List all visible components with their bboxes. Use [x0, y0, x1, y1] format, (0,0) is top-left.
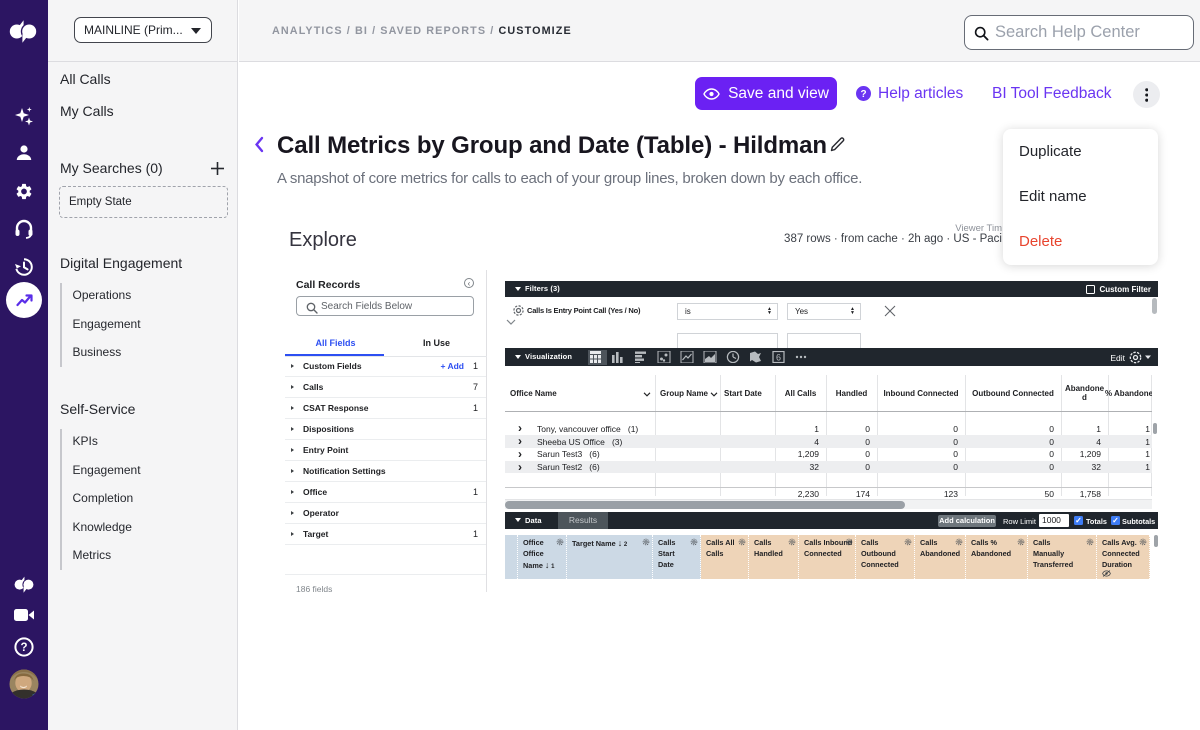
svg-text:?: ?	[20, 642, 27, 654]
svg-text:?: ?	[860, 89, 866, 100]
svg-text:6: 6	[776, 353, 781, 363]
